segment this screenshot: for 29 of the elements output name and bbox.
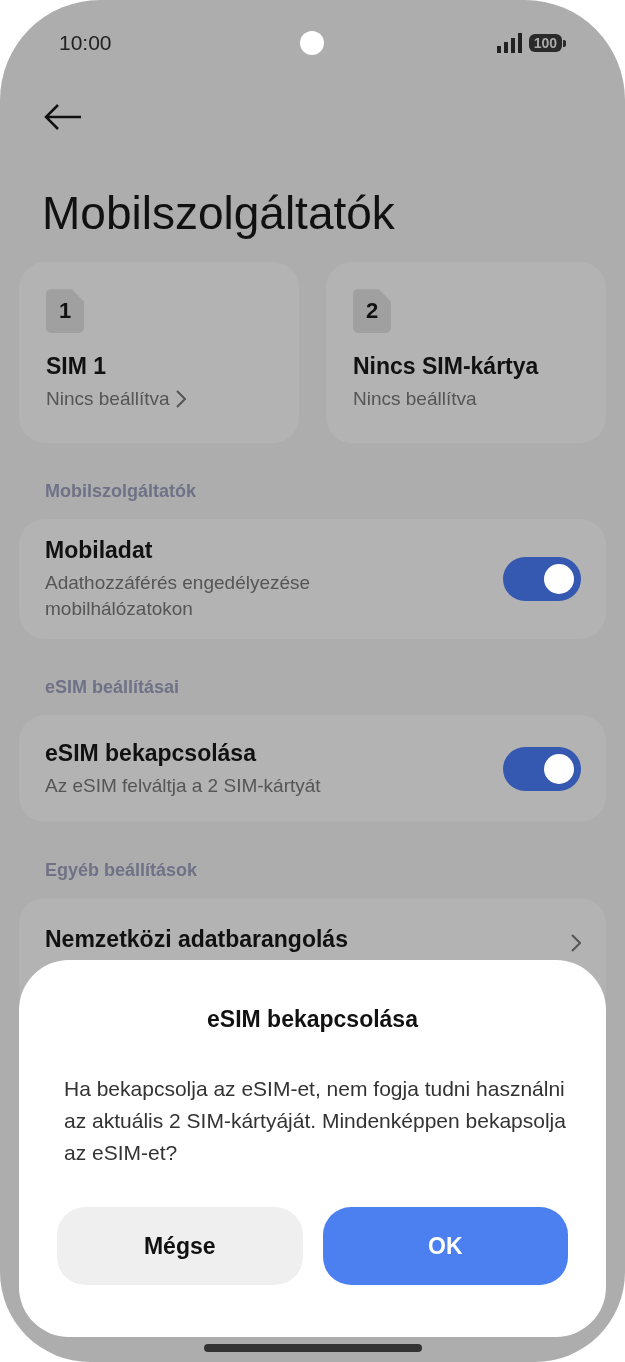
- dialog-message: Ha bekapcsolja az eSIM-et, nem fogja tudni használni az aktuális 2 SIM-kártyáját. Mindenképpen bekapsolja az eSIM-et?: [64, 1076, 567, 1166]
- sim-status: Nincs beállítva: [46, 388, 170, 411]
- sim-icon: 2: [353, 289, 391, 334]
- item-subtitle: Az eSIM felváltja a 2 SIM-kártyát: [45, 773, 321, 798]
- sim-name: Nincs SIM-kártya: [353, 353, 540, 381]
- back-icon[interactable]: [43, 102, 83, 132]
- section-header: Mobilszolgáltatók: [45, 481, 197, 503]
- item-subtitle: Adathozzáférés engedélyezése mobilhálózatokon: [45, 571, 312, 621]
- status-time: 10:00: [59, 31, 112, 55]
- sim-card[interactable]: 2 Nincs SIM-kártya Nincs beállítva: [326, 262, 606, 444]
- ok-button[interactable]: OK: [322, 1207, 568, 1285]
- item-title: Mobiladat: [45, 537, 154, 565]
- cancel-button[interactable]: Mégse: [57, 1207, 303, 1285]
- item-title: eSIM bekapcsolása: [45, 739, 258, 767]
- section-header: Egyéb beállítások: [45, 860, 199, 882]
- section-header: eSIM beállításai: [45, 677, 181, 699]
- settings-card[interactable]: eSIM bekapcsolása Az eSIM felváltja a 2 SIM-kártyát: [19, 715, 606, 823]
- settings-card[interactable]: Mobiladat Adathozzáférés engedélyezése mobilhálózatokon: [19, 519, 606, 640]
- signal-icon: [496, 33, 523, 53]
- chevron-icon: [571, 934, 581, 953]
- toggle-switch[interactable]: [503, 746, 581, 791]
- sim-icon: 1: [46, 289, 84, 334]
- sim-name: SIM 1: [46, 353, 108, 381]
- item-title: Nemzetközi adatbarangolás: [45, 926, 348, 954]
- page-title: Mobilszolgáltatók: [42, 186, 396, 241]
- sim-status: Nincs beállítva: [353, 388, 477, 411]
- camera-hole: [300, 31, 324, 55]
- sim-card[interactable]: 1 SIM 1 Nincs beállítva: [19, 262, 299, 444]
- toggle-switch[interactable]: [503, 557, 581, 602]
